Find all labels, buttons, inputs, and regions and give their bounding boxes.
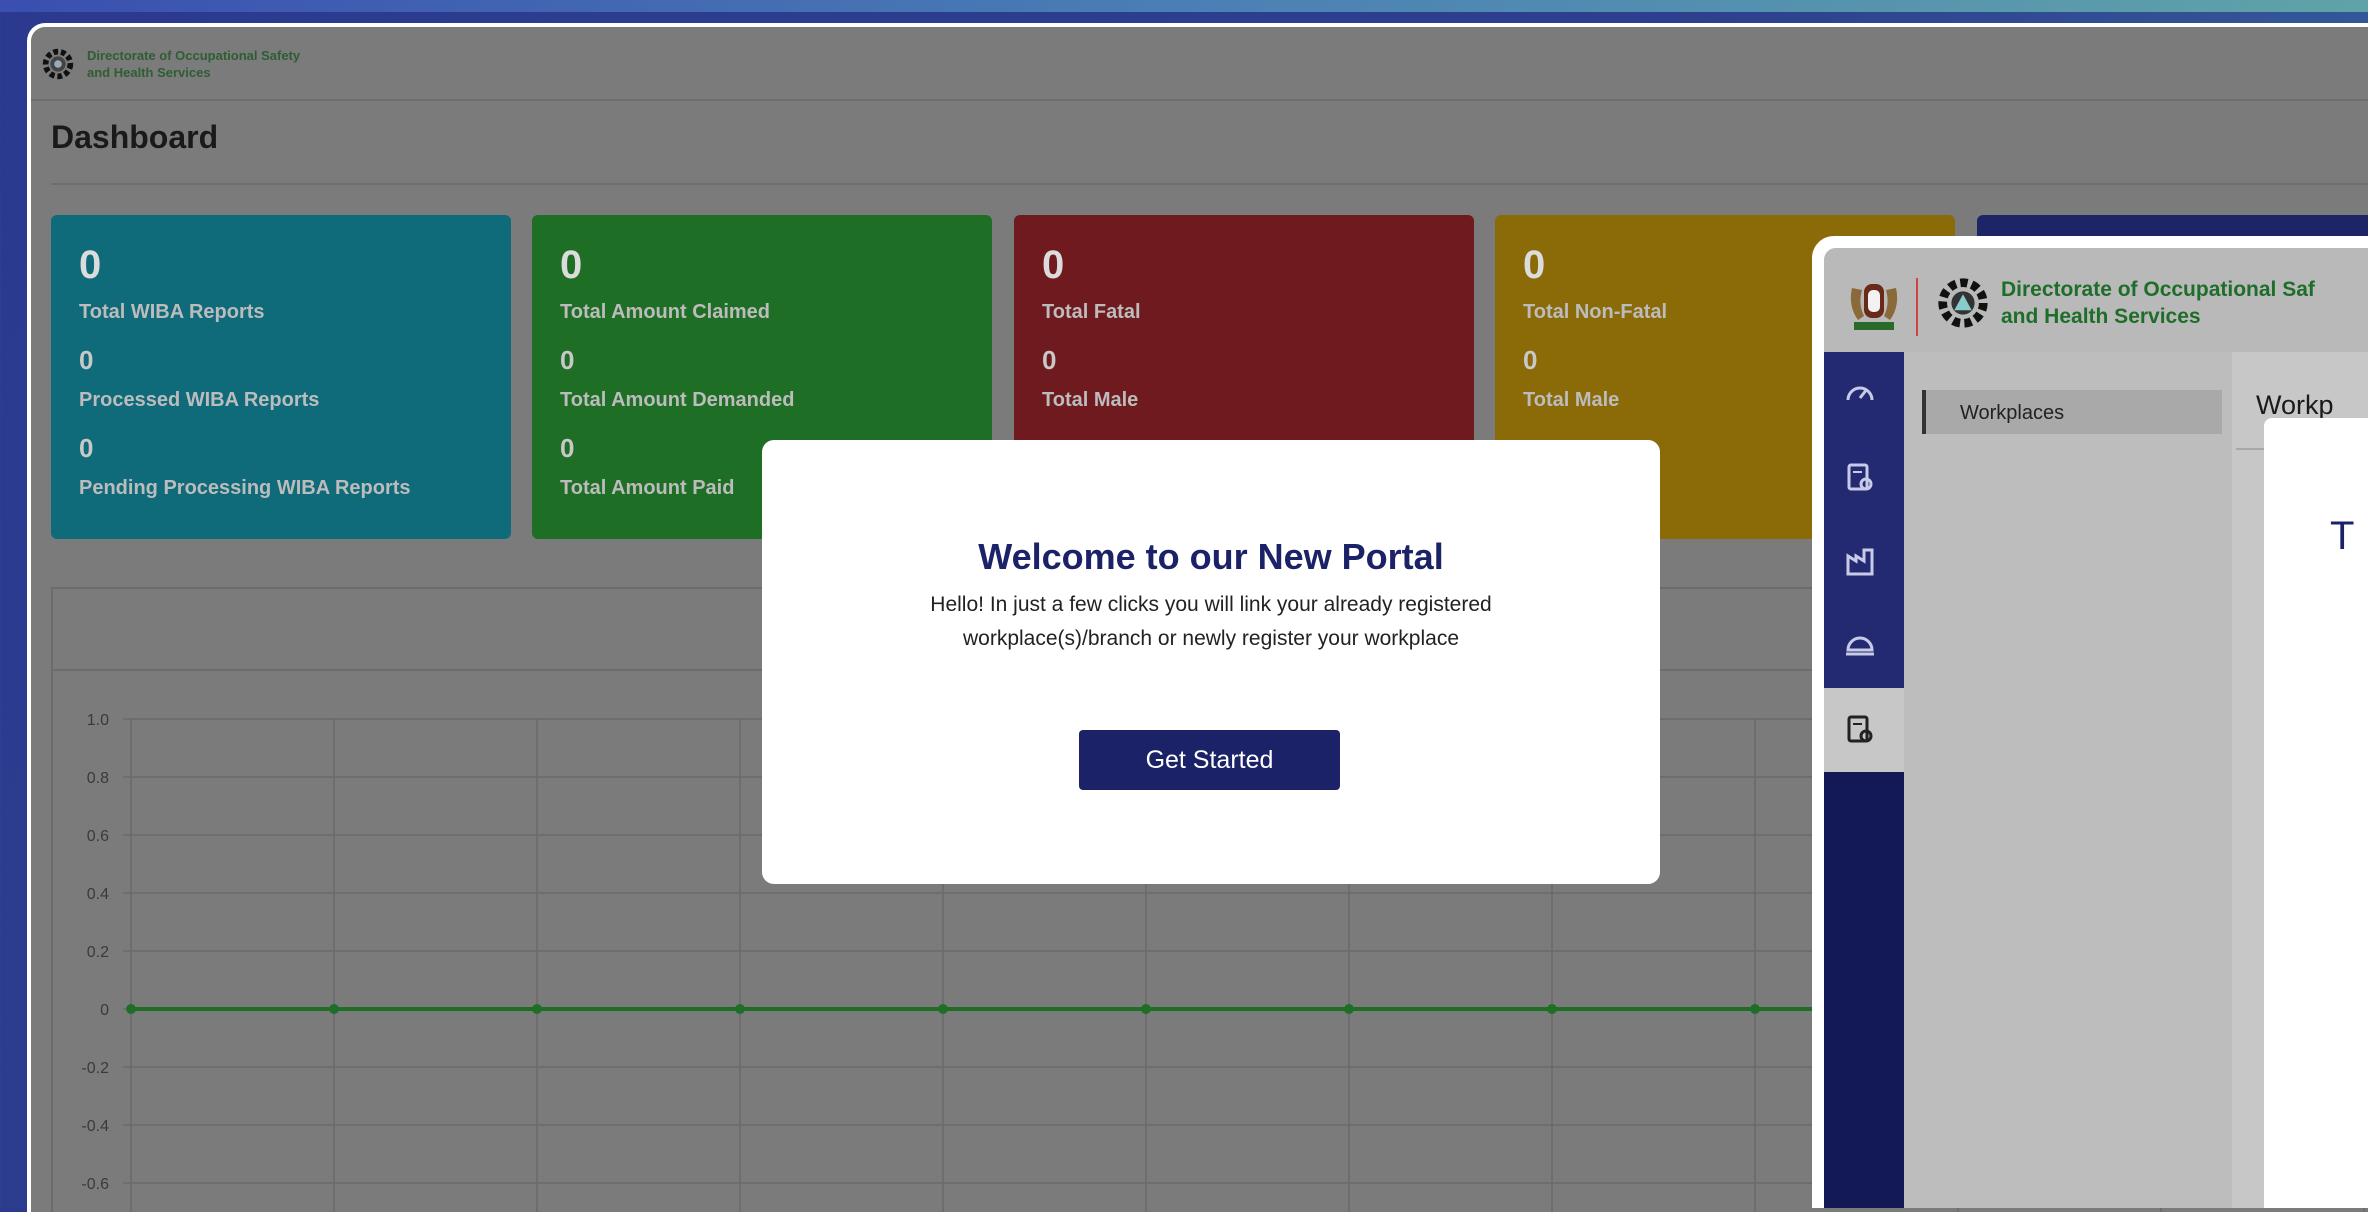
sidebar-nav — [1824, 352, 1904, 1208]
y-tick-label: 0.2 — [87, 944, 109, 961]
stat-value: 0 — [1042, 243, 1065, 287]
subnav-label: Workplaces — [1960, 402, 2065, 424]
y-tick-label: 0.4 — [87, 886, 109, 903]
workplaces-window-body: Directorate of Occupational Saf and Heal… — [1824, 248, 2368, 1208]
stat-value: 0 — [79, 433, 94, 463]
content-heading: Workp — [2256, 390, 2334, 420]
org-name: Directorate of Occupational Safety and H… — [87, 48, 301, 80]
stat-card-wiba-reports: 0 Total WIBA Reports 0 Processed WIBA Re… — [51, 215, 511, 539]
modal-text: Hello! In just a few clicks you will lin… — [930, 593, 1492, 650]
stat-label: Total Amount Claimed — [560, 301, 770, 323]
data-point — [1344, 1004, 1354, 1014]
front-header: Directorate of Occupational Saf and Heal… — [1824, 248, 2368, 352]
hard-hat-icon — [1846, 636, 1874, 656]
stat-label: Total Amount Paid — [560, 477, 735, 499]
stat-value: 0 — [1523, 345, 1538, 375]
dashboard-header: Directorate of Occupational Safety and H… — [31, 27, 2368, 101]
get-started-button[interactable]: Get Started — [1079, 730, 1340, 790]
workplaces-window: Directorate of Occupational Saf and Heal… — [1812, 236, 2368, 1208]
stat-label: Total Non-Fatal — [1523, 301, 1668, 323]
data-point — [329, 1004, 339, 1014]
data-point — [126, 1004, 136, 1014]
y-tick-label: -0.2 — [81, 1060, 109, 1077]
gear-logo-icon — [1938, 278, 1988, 328]
nav-item-safety[interactable] — [1824, 604, 1904, 688]
stat-label: Total Amount Demanded — [560, 389, 795, 411]
sub-navigation: Workplaces — [1904, 352, 2232, 1208]
y-tick-label: 0.8 — [87, 770, 109, 787]
coat-of-arms-icon — [1850, 284, 1898, 330]
nav-item-wiba-active[interactable] — [1824, 688, 1904, 772]
y-tick-label: -0.6 — [81, 1176, 109, 1193]
stat-value: 0 — [560, 433, 575, 463]
stat-value: 0 — [1523, 243, 1546, 287]
data-point — [735, 1004, 745, 1014]
stat-label: Pending Processing WIBA Reports — [79, 477, 411, 499]
speedometer-icon — [1846, 386, 1874, 401]
document-search-icon — [1847, 463, 1873, 491]
subnav-item-workplaces[interactable]: Workplaces — [1922, 390, 2222, 434]
data-point — [1547, 1004, 1557, 1014]
desktop-top-strip — [0, 0, 2368, 12]
content-card: T — [2264, 418, 2368, 1208]
y-tick-label: 0.6 — [87, 828, 109, 845]
stat-label: Total WIBA Reports — [79, 301, 265, 323]
y-tick-label: 0 — [100, 1002, 109, 1019]
data-point — [1141, 1004, 1151, 1014]
data-point — [1750, 1004, 1760, 1014]
page-title: Dashboard — [51, 119, 219, 155]
content-title: T — [2330, 514, 2355, 558]
stat-value: 0 — [560, 243, 583, 287]
stat-label: Total Male — [1523, 389, 1620, 411]
stat-value: 0 — [1042, 345, 1057, 375]
stat-value: 0 — [560, 345, 575, 375]
stat-label: Total Male — [1042, 389, 1139, 411]
data-point — [532, 1004, 542, 1014]
stat-label: Total Fatal — [1042, 301, 1141, 323]
gear-logo-icon — [42, 48, 74, 80]
welcome-modal: Welcome to our New Portal Hello! In just… — [762, 440, 1660, 884]
header-separator — [1916, 278, 1918, 336]
title-divider — [51, 183, 2368, 185]
data-point — [938, 1004, 948, 1014]
y-tick-label: 1.0 — [87, 712, 109, 729]
stat-value: 0 — [79, 243, 102, 287]
modal-title: Welcome to our New Portal — [978, 536, 1444, 577]
stat-label: Processed WIBA Reports — [79, 389, 320, 411]
document-search-icon — [1847, 715, 1873, 743]
nav-item-dashboard[interactable] — [1824, 352, 1904, 436]
org-name: Directorate of Occupational Saf and Heal… — [2001, 278, 2315, 328]
nav-item-workplaces[interactable] — [1824, 520, 1904, 604]
y-tick-label: -0.4 — [81, 1118, 109, 1135]
nav-item-reports[interactable] — [1824, 436, 1904, 520]
factory-icon — [1846, 548, 1874, 576]
stat-value: 0 — [79, 345, 94, 375]
